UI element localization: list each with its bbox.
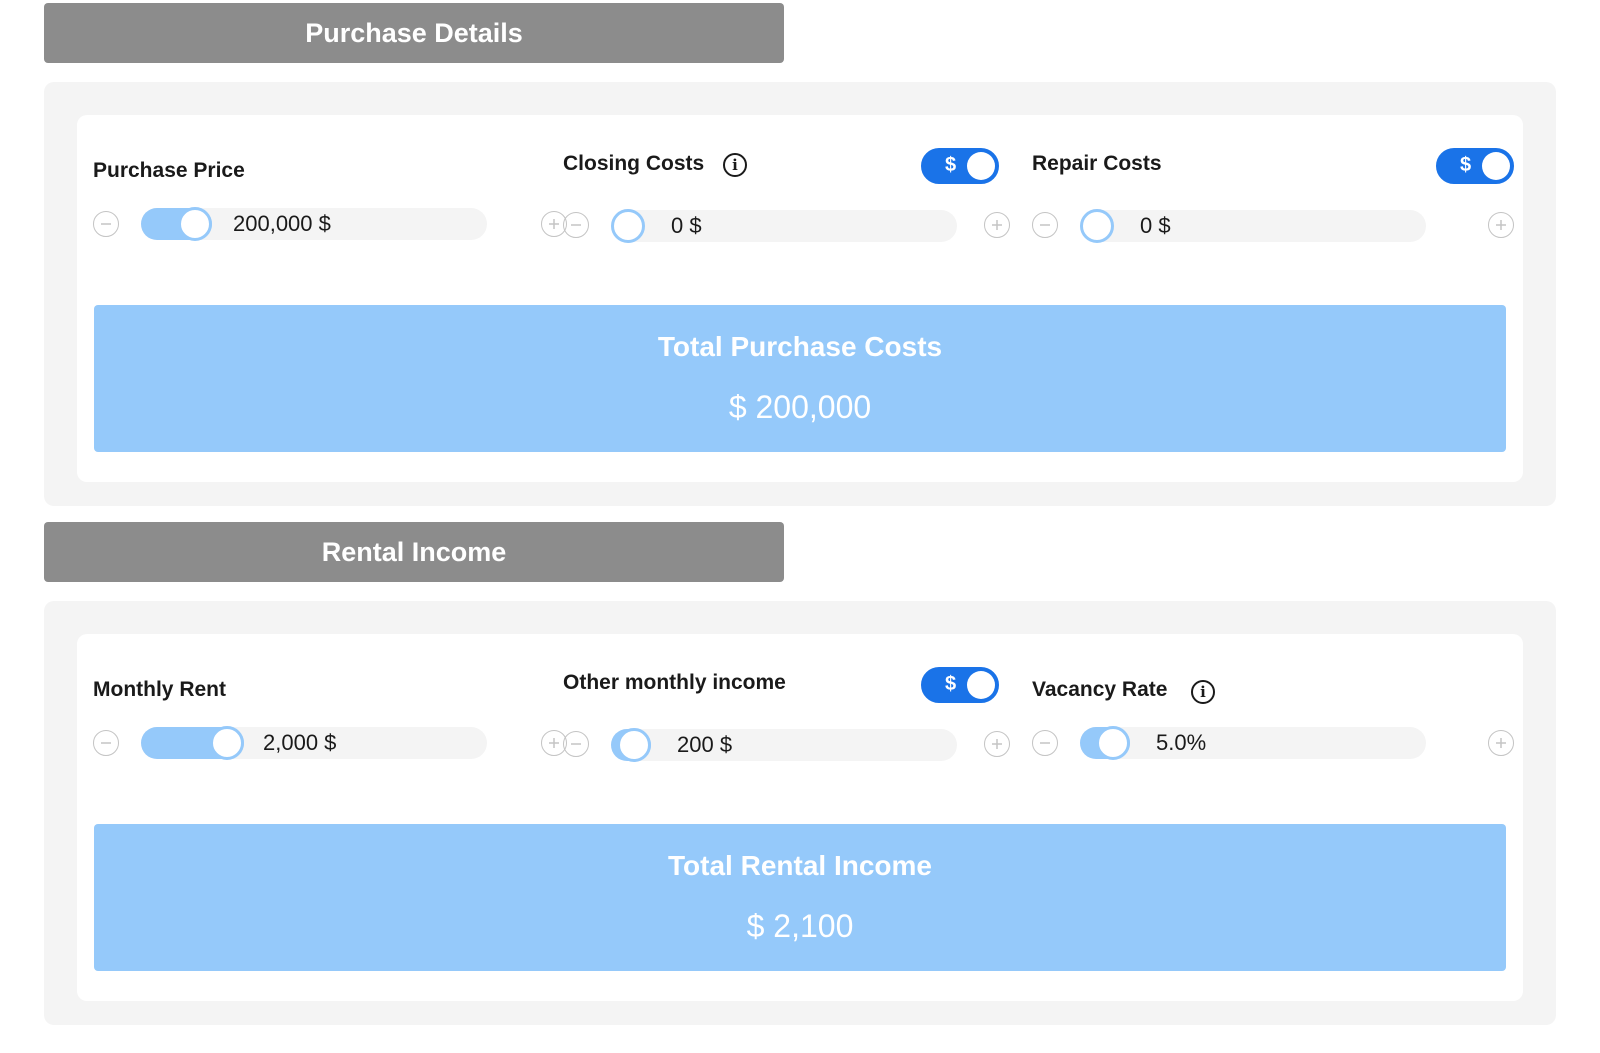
other-income-value: 200 $ [677, 732, 733, 757]
toggle-knob [967, 671, 995, 699]
plus-circle-icon [1496, 738, 1506, 748]
rental-income-header: Rental Income [44, 522, 784, 582]
repair-costs-slider[interactable]: 0 $ [1080, 209, 1426, 243]
total-rental-income-label: Total Rental Income [668, 850, 932, 881]
other-income-field: Other monthly income $ 200 $ [563, 667, 1010, 808]
purchase-details-title: Purchase Details [305, 17, 523, 48]
vacancy-rate-slider-handle[interactable] [1095, 726, 1130, 760]
other-income-unit-toggle[interactable]: $ [921, 667, 999, 703]
repair-costs-unit-toggle[interactable]: $ [1436, 148, 1514, 184]
closing-costs-minus-button[interactable] [563, 212, 589, 238]
closing-costs-field: Closing Costs i $ 0 $ [563, 148, 1010, 289]
minus-circle-icon [571, 224, 581, 226]
plus-circle-icon [992, 220, 1002, 230]
repair-costs-value: 0 $ [1140, 213, 1171, 238]
repair-costs-toggle-label: $ [1460, 154, 1472, 176]
repair-costs-label: Repair Costs [1032, 152, 1162, 175]
purchase-price-label: Purchase Price [93, 159, 245, 182]
vacancy-rate-field: Vacancy Rate i 5.0% [1032, 668, 1514, 808]
total-purchase-costs-box: Total Purchase Costs $ 200,000 [94, 305, 1506, 452]
plus-circle-icon [1496, 220, 1506, 230]
plus-circle-icon [549, 738, 559, 748]
plus-circle-icon [992, 739, 1002, 749]
monthly-rent-minus-button[interactable] [93, 730, 119, 756]
monthly-rent-slider-handle[interactable] [209, 726, 244, 760]
other-income-toggle-label: $ [945, 673, 957, 695]
repair-costs-plus-button[interactable] [1488, 212, 1514, 238]
info-icon[interactable]: i [1191, 680, 1215, 704]
minus-circle-icon [101, 742, 111, 744]
purchase-total-card: Total Purchase Costs $ 200,000 [77, 272, 1523, 482]
monthly-rent-field: Monthly Rent 2,000 $ [93, 668, 567, 808]
info-icon[interactable]: i [723, 153, 747, 177]
total-purchase-costs-label: Total Purchase Costs [657, 331, 943, 362]
closing-costs-value: 0 $ [671, 213, 702, 238]
other-income-minus-button[interactable] [563, 731, 589, 757]
closing-costs-toggle-label: $ [945, 154, 957, 176]
minus-circle-icon [571, 743, 581, 745]
minus-circle-icon [1040, 742, 1050, 744]
vacancy-rate-label: Vacancy Rate [1032, 678, 1168, 701]
monthly-rent-slider[interactable]: 2,000 $ [141, 726, 487, 760]
rental-income-title: Rental Income [321, 536, 507, 567]
toggle-knob [967, 152, 995, 180]
purchase-price-field: Purchase Price 200,000 $ [93, 149, 567, 289]
vacancy-rate-minus-button[interactable] [1032, 730, 1058, 756]
rental-fields-card: Monthly Rent 2,000 $ Other monthly incom… [77, 634, 1523, 791]
total-rental-income-value: $ 2,100 [746, 908, 854, 944]
purchase-price-value: 200,000 $ [233, 211, 331, 236]
purchase-price-slider-handle[interactable] [178, 207, 213, 241]
purchase-details-panel: Purchase Price 200,000 $ Closing Costs i… [44, 82, 1556, 506]
closing-costs-slider[interactable]: 0 $ [611, 209, 957, 243]
total-rental-income-box: Total Rental Income $ 2,100 [94, 824, 1506, 971]
other-income-plus-button[interactable] [984, 731, 1010, 757]
repair-costs-slider-handle[interactable] [1080, 209, 1114, 243]
other-income-slider[interactable]: 200 $ [611, 728, 957, 762]
closing-costs-plus-button[interactable] [984, 212, 1010, 238]
vacancy-rate-plus-button[interactable] [1488, 730, 1514, 756]
other-income-slider-handle[interactable] [617, 728, 652, 762]
closing-costs-slider-handle[interactable] [611, 209, 645, 243]
closing-costs-label: Closing Costs [563, 152, 705, 175]
purchase-price-minus-button[interactable] [93, 211, 119, 237]
repair-costs-minus-button[interactable] [1032, 212, 1058, 238]
rental-total-card: Total Rental Income $ 2,100 [77, 791, 1523, 1001]
toggle-knob [1482, 152, 1510, 180]
minus-circle-icon [101, 223, 111, 225]
vacancy-rate-slider[interactable]: 5.0% [1080, 726, 1426, 760]
monthly-rent-label: Monthly Rent [93, 678, 226, 701]
other-income-label: Other monthly income [563, 671, 786, 694]
purchase-details-header: Purchase Details [44, 3, 784, 63]
total-purchase-costs-value: $ 200,000 [728, 389, 872, 425]
vacancy-rate-value: 5.0% [1156, 730, 1207, 755]
minus-circle-icon [1040, 224, 1050, 226]
purchase-price-slider[interactable]: 200,000 $ [141, 207, 487, 241]
repair-costs-field: Repair Costs $ 0 $ [1032, 148, 1514, 289]
rental-income-panel: Monthly Rent 2,000 $ Other monthly incom… [44, 601, 1556, 1025]
purchase-fields-card: Purchase Price 200,000 $ Closing Costs i… [77, 115, 1523, 272]
monthly-rent-value: 2,000 $ [263, 730, 337, 755]
closing-costs-unit-toggle[interactable]: $ [921, 148, 999, 184]
plus-circle-icon [549, 219, 559, 229]
